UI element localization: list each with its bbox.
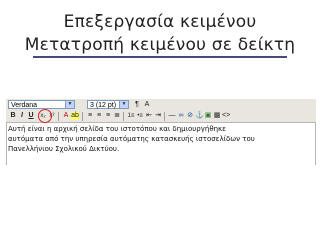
toolbar-separator [164,112,165,121]
toolbar-separator [58,112,59,121]
horizontal-rule-icon[interactable]: — [168,112,176,120]
style-icon[interactable]: A [143,101,151,109]
align-center-icon[interactable]: ≡ [95,112,103,120]
font-family-value: Verdana [11,102,38,109]
title-underline [33,56,287,58]
format-icon[interactable]: ¶ [133,101,141,109]
unordered-list-icon[interactable]: •≡ [136,112,144,120]
editor-toolbar-bottom: B I U x₂ x² A ab ≡ ≡ ≡ ≣ 1≡ •≡ ⇤ ⇥ — ∞ ⊘… [6,111,316,123]
slide-subtitle: Μετατροπή κειμένου σε δείκτη [24,35,296,55]
slide-title: Επεξεργασία κειμένου [63,12,257,32]
highlight-icon[interactable]: ab [71,112,79,120]
font-size-value: 3 (12 pt) [90,102,117,109]
justify-icon[interactable]: ≣ [113,112,121,120]
editor-border-right [315,123,316,165]
ordered-list-icon[interactable]: 1≡ [127,112,135,120]
content-line: Αυτή είναι η αρχική σελίδα του ιστοτόπου… [8,125,226,133]
chevron-down-icon: ▼ [65,101,74,108]
subscript-highlight-circle [38,109,52,123]
link-icon[interactable]: ∞ [177,112,185,120]
text-color-icon[interactable]: A [62,112,70,120]
unlink-icon[interactable]: ⊘ [186,112,194,120]
content-line: αυτόματα από την υπηρεσία αυτόματης κατα… [8,135,255,144]
align-left-icon[interactable]: ≡ [86,112,94,120]
bold-icon[interactable]: B [9,112,17,120]
toolbar-separator [123,112,124,121]
align-right-icon[interactable]: ≡ [104,112,112,120]
chevron-down-icon: ▼ [119,101,128,108]
html-editor: Verdana ▼ 3 (12 pt) ▼ ¶ A B I U x₂ x² A … [6,99,316,165]
editor-border-left [6,123,7,165]
outdent-icon[interactable]: ⇤ [145,112,153,120]
editor-toolbar-top: Verdana ▼ 3 (12 pt) ▼ ¶ A [6,99,316,111]
indent-icon[interactable]: ⇥ [154,112,162,120]
font-size-select[interactable]: 3 (12 pt) ▼ [87,100,129,109]
underline-icon[interactable]: U [27,112,35,120]
italic-icon[interactable]: I [18,112,26,120]
content-line: Πανελλήνιου Σχολικού Δικτύου. [8,145,120,154]
font-family-select[interactable]: Verdana ▼ [8,100,75,109]
html-source-icon[interactable]: <> [222,112,230,120]
anchor-icon[interactable]: ⚓ [195,112,204,120]
editor-content-area[interactable]: Αυτή είναι η αρχική σελίδα του ιστοτόπου… [8,124,314,164]
table-icon[interactable]: ▦ [213,112,221,120]
toolbar-separator [82,112,83,121]
image-icon[interactable]: ▣ [204,112,212,120]
